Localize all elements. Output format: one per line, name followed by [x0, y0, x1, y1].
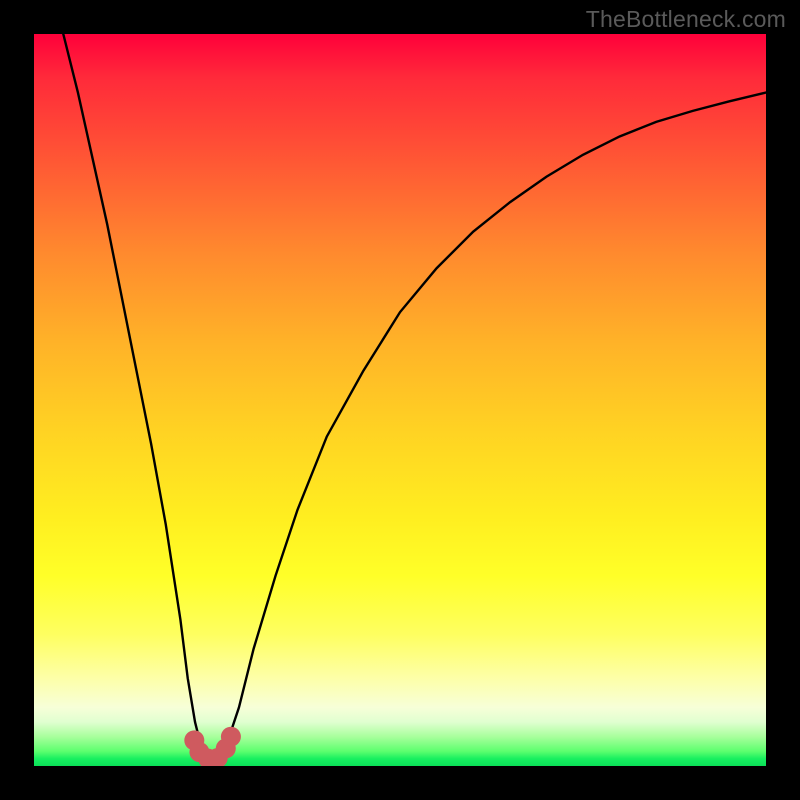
curve-svg	[34, 34, 766, 766]
bottleneck-curve	[63, 34, 766, 762]
curve-markers	[184, 727, 241, 766]
plot-area	[34, 34, 766, 766]
chart-frame: TheBottleneck.com	[0, 0, 800, 800]
watermark-text: TheBottleneck.com	[586, 6, 786, 33]
curve-marker	[221, 727, 241, 747]
